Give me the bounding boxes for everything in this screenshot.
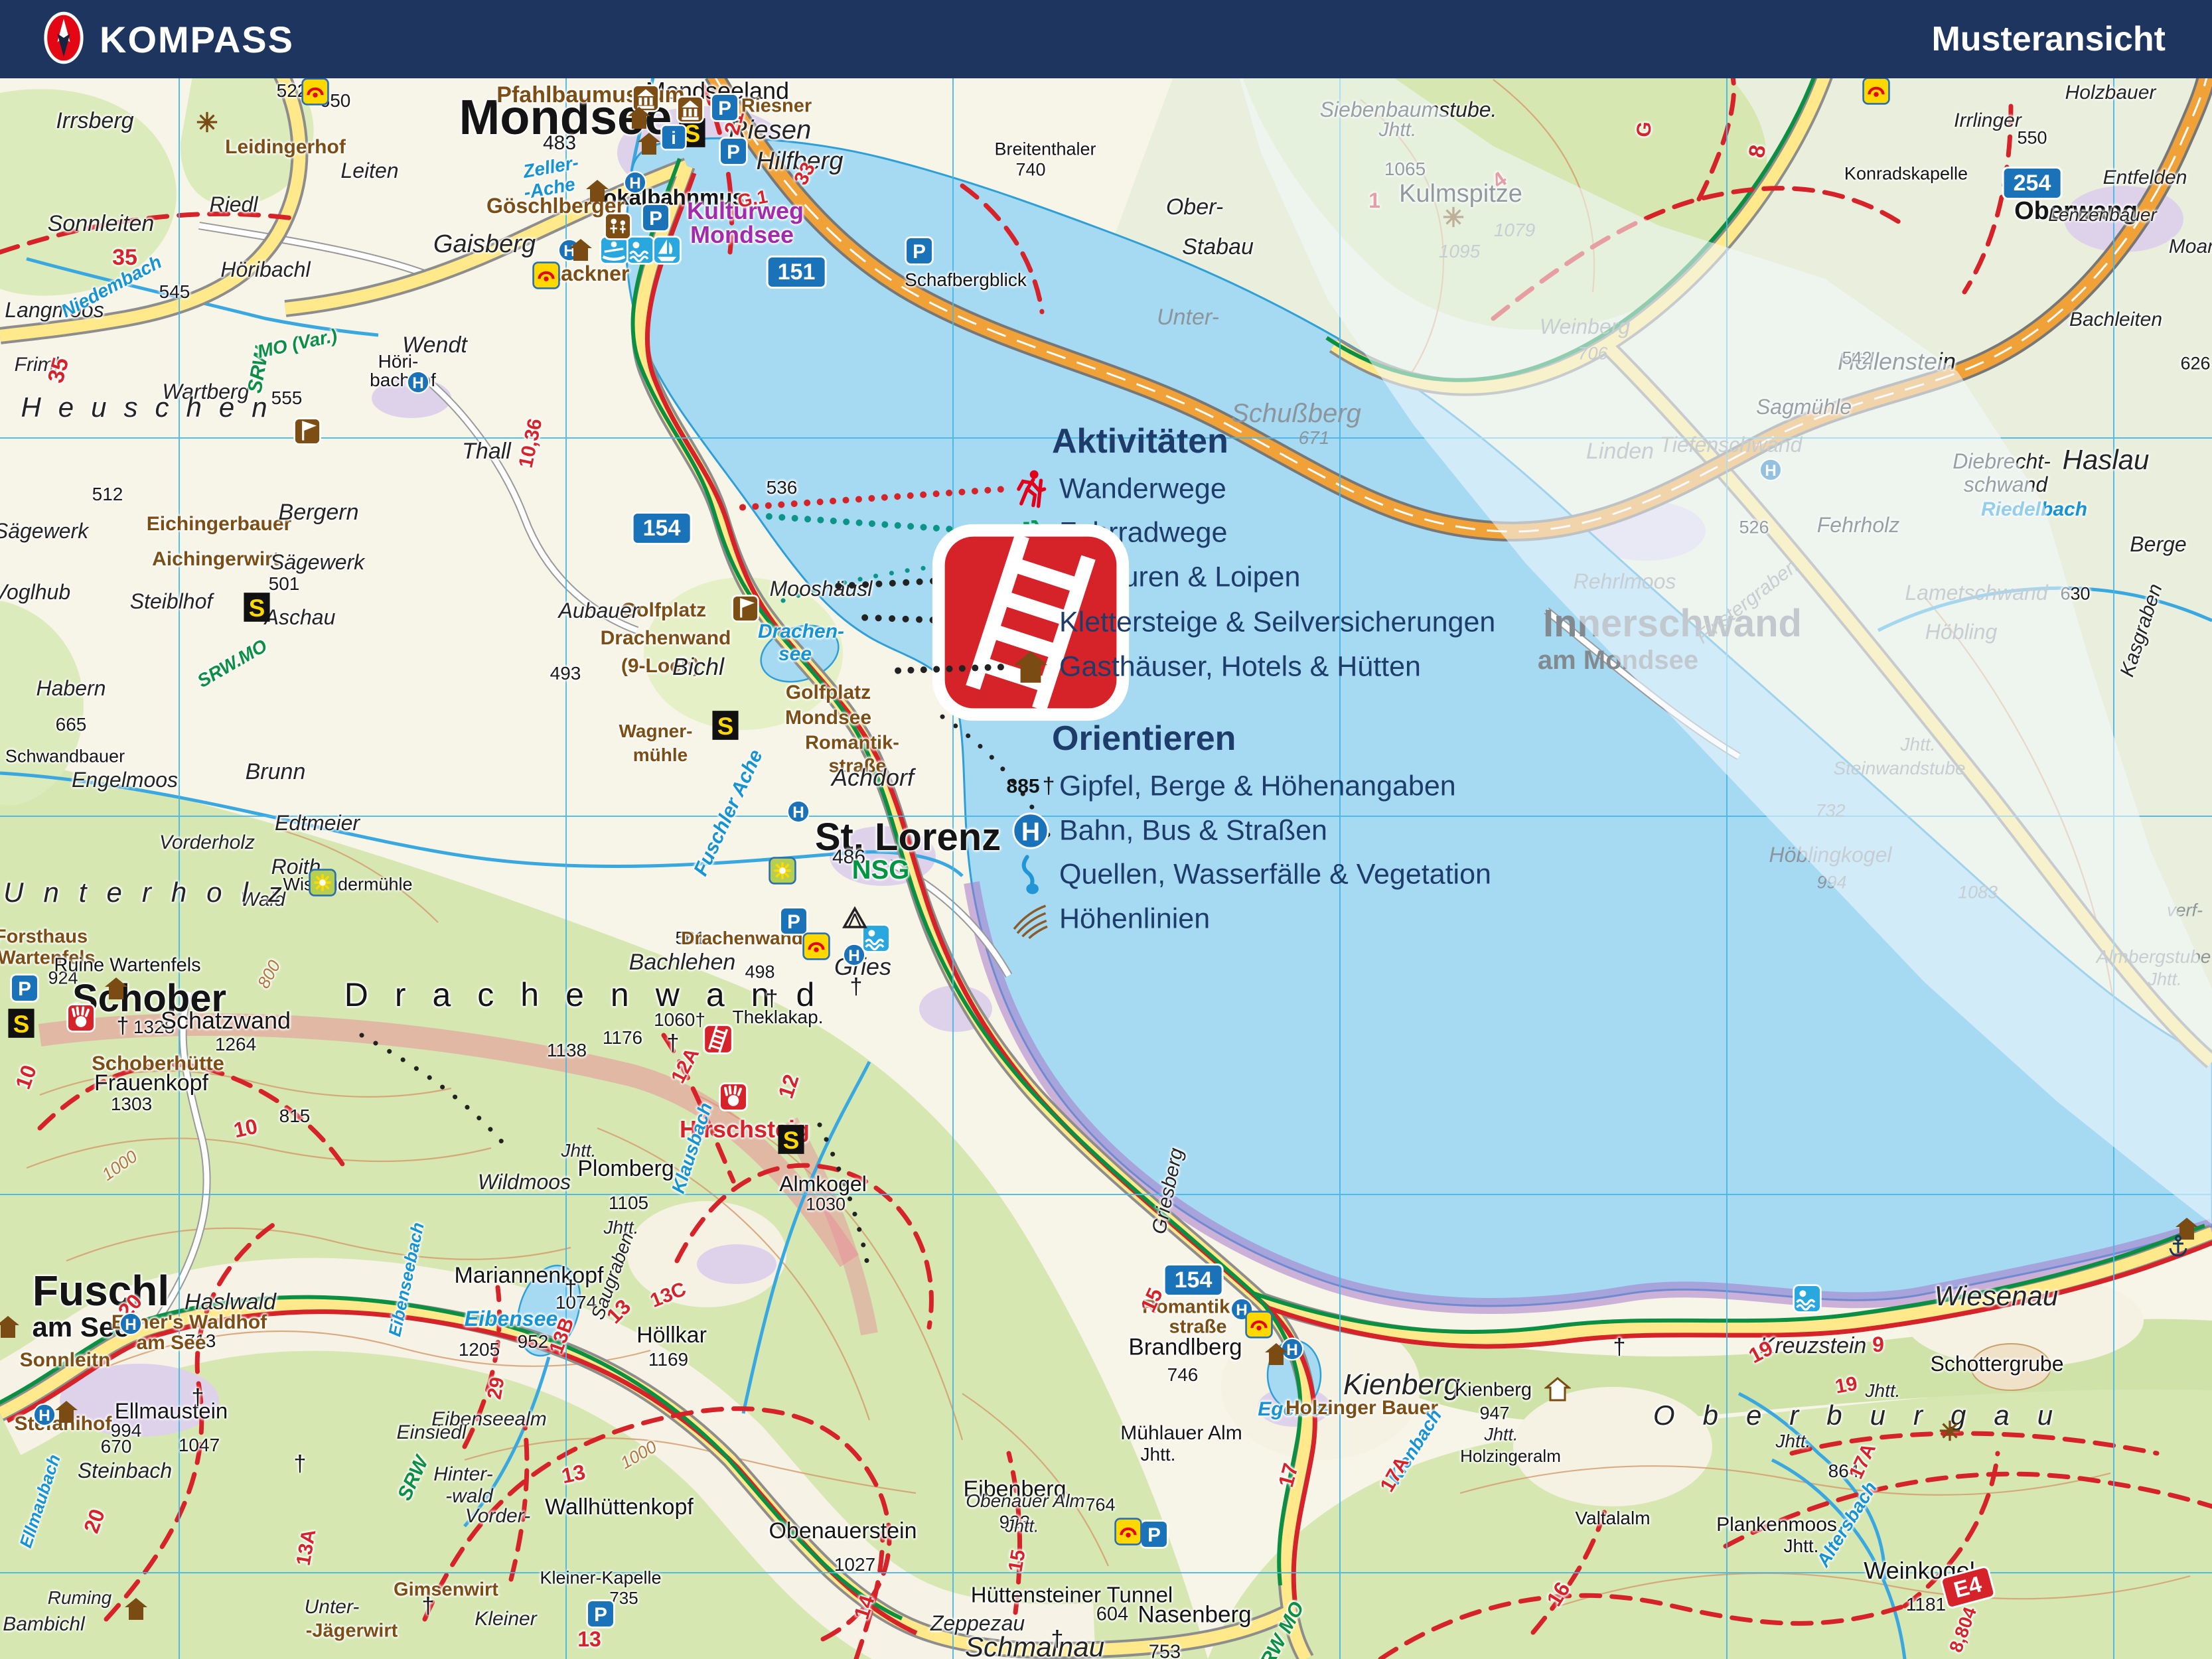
screenshot-root: Mondsee483St. Lorenz486Fuschlam SeeSchob… xyxy=(0,0,2212,1659)
brand: KOMPASS xyxy=(42,10,294,69)
map-canvas xyxy=(0,0,2212,1659)
top-bar: KOMPASS Musteransicht xyxy=(0,0,2212,78)
brand-name: KOMPASS xyxy=(100,18,294,61)
kompass-logo-icon xyxy=(42,10,85,69)
page-title: Musteransicht xyxy=(1931,19,2166,59)
